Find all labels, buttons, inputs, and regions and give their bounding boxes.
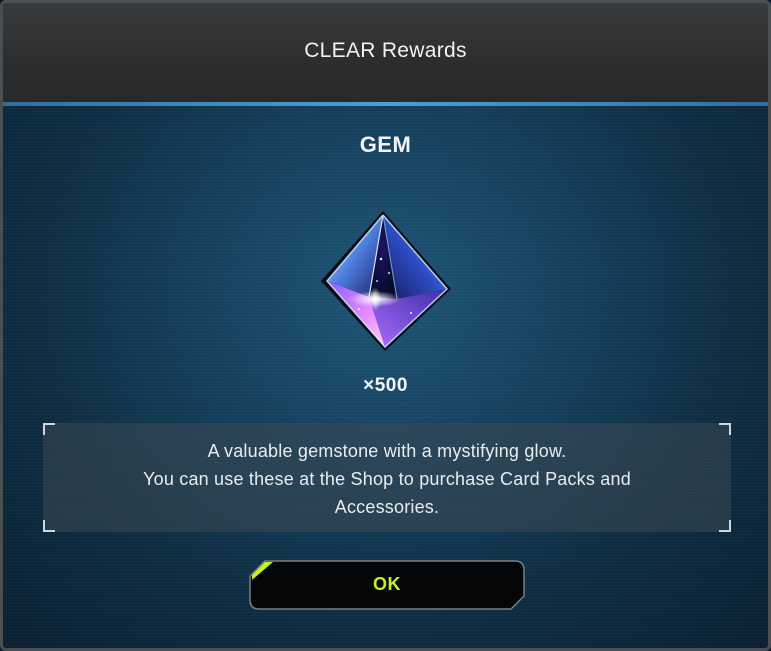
ok-button-label: OK [373,574,401,594]
corner-bracket-bottom-left [43,520,55,532]
reward-name: GEM [359,132,412,157]
dialog-header: CLEAR Rewards [3,3,768,102]
ok-button[interactable]: OK [249,560,525,610]
corner-bracket-bottom-right [719,520,731,532]
corner-bracket-top-left [43,423,55,435]
corner-bracket-top-right [719,423,731,435]
reward-quantity: ×500 [363,375,408,396]
dialog-title: CLEAR Rewards [304,39,467,62]
reward-description-box: A valuable gemstone with a mystifying gl… [43,423,731,532]
reward-dialog: CLEAR Rewards GEM ×500 A valuable gemsto… [0,0,771,651]
description-line: A valuable gemstone with a mystifying gl… [207,441,567,461]
gem-icon [319,209,455,353]
reward-description: A valuable gemstone with a mystifying gl… [43,437,731,521]
description-line: You can use these at the Shop to purchas… [143,469,631,489]
description-line: Accessories. [334,497,440,517]
header-divider [3,102,768,106]
